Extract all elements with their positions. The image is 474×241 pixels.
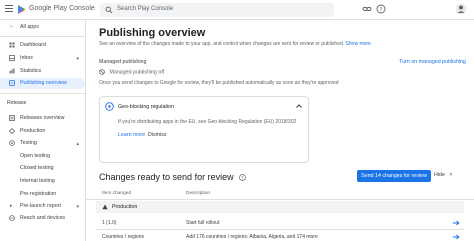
- statistics-icon: [9, 68, 15, 74]
- releases-icon: [9, 115, 15, 121]
- chevron-down-icon: ▾: [76, 56, 79, 62]
- sidebar-item-dashboard[interactable]: Dashboard: [0, 40, 85, 51]
- managed-publishing-status: Managed publishing off: [99, 69, 164, 75]
- chevron-up-icon: ˄: [449, 172, 453, 178]
- managed-publishing-icon: [99, 69, 105, 75]
- main-content: Publishing overview See an overview of t…: [86, 20, 474, 241]
- sidebar-divider: [0, 36, 85, 37]
- testing-icon: [9, 140, 15, 146]
- sidebar-item-internal-testing[interactable]: Internal testing: [0, 176, 85, 187]
- production-icon: [9, 128, 15, 134]
- help-icon[interactable]: ?: [376, 4, 386, 14]
- sidebar-item-reach-and-devices[interactable]: Reach and devices: [0, 213, 85, 224]
- table-row[interactable]: 1 (1.0) Start full rollout: [96, 216, 464, 230]
- sidebar-item-statistics[interactable]: Statistics: [0, 66, 85, 77]
- release-heading: Release: [7, 100, 27, 106]
- top-bar: Google Play Console Search Play Console …: [0, 0, 474, 20]
- sidebar-item-pre-registration[interactable]: Pre-registration: [0, 189, 85, 200]
- link-icon[interactable]: [362, 4, 372, 14]
- search-icon: [105, 6, 113, 14]
- table-header: Item changed Description: [86, 188, 474, 200]
- dashboard-icon: [9, 42, 15, 48]
- geo-blocking-card: Geo-blocking regulation If you're distri…: [99, 96, 309, 163]
- column-header: Item changed: [102, 191, 132, 196]
- chevron-up-icon: ▴: [76, 141, 79, 147]
- collapse-icon[interactable]: [295, 102, 303, 110]
- sidebar-item-open-testing[interactable]: Open testing: [0, 151, 85, 162]
- all-apps-link[interactable]: ← All apps: [0, 22, 85, 33]
- sidebar-item-production[interactable]: Production: [0, 126, 85, 137]
- sidebar-item-inbox[interactable]: Inbox ▾: [0, 53, 85, 64]
- info-icon: [105, 102, 114, 111]
- help-icon[interactable]: ?: [239, 174, 246, 181]
- hide-button[interactable]: Hide ˄: [434, 172, 452, 178]
- arrow-right-icon[interactable]: [452, 233, 460, 241]
- svg-text:?: ?: [380, 7, 383, 13]
- menu-icon[interactable]: [5, 5, 13, 13]
- turn-on-managed-publishing-link[interactable]: Turn on managed publishing: [399, 59, 466, 65]
- dismiss-button[interactable]: Dismiss: [148, 132, 167, 138]
- show-more-link[interactable]: Show more: [346, 41, 371, 47]
- table-row[interactable]: Countries / regions Add 176 countries / …: [96, 230, 464, 241]
- send-for-review-button[interactable]: Send 14 changes for review: [357, 170, 431, 182]
- sidebar-item-releases-overview[interactable]: Releases overview: [0, 113, 85, 124]
- sidebar-item-publishing-overview[interactable]: Publishing overview: [0, 78, 85, 89]
- back-arrow-icon: ←: [9, 23, 15, 29]
- learn-more-link[interactable]: Learn more: [118, 132, 145, 138]
- arrow-right-icon[interactable]: [452, 219, 460, 227]
- managed-publishing-desc: Once you send changes to Google for revi…: [99, 80, 339, 86]
- search-input[interactable]: Search Play Console: [100, 3, 334, 17]
- page-title: Publishing overview: [99, 27, 206, 39]
- reach-icon: [9, 215, 15, 221]
- chevron-down-icon: ▾: [76, 204, 79, 210]
- changes-heading: Changes ready to send for review ?: [99, 172, 246, 182]
- account-icon[interactable]: [455, 3, 467, 15]
- sidebar-divider: [0, 93, 85, 94]
- search-placeholder: Search Play Console: [117, 6, 174, 12]
- sidebar: ← All apps Dashboard Inbox ▾ Statistics …: [0, 20, 86, 241]
- app-title: Google Play Console: [29, 5, 95, 12]
- card-description: If you're distributing apps in the EU, s…: [118, 119, 297, 125]
- chevron-right-icon: ▸: [10, 203, 13, 209]
- sidebar-item-pre-launch-report[interactable]: ▸ Pre-launch report ▾: [0, 201, 85, 212]
- publishing-icon: [9, 80, 15, 86]
- table-group-production: Production: [96, 201, 464, 213]
- inbox-icon: [9, 55, 15, 61]
- intro-text: See an overview of the changes made to y…: [99, 41, 371, 47]
- sidebar-item-testing[interactable]: Testing ▴: [0, 138, 85, 149]
- column-header: Description: [186, 191, 210, 196]
- warning-icon: [102, 204, 108, 210]
- managed-publishing-label: Managed publishing: [99, 59, 147, 65]
- sidebar-item-closed-testing[interactable]: Closed testing: [0, 163, 85, 174]
- card-title: Geo-blocking regulation: [118, 104, 174, 110]
- play-console-logo: [18, 5, 26, 14]
